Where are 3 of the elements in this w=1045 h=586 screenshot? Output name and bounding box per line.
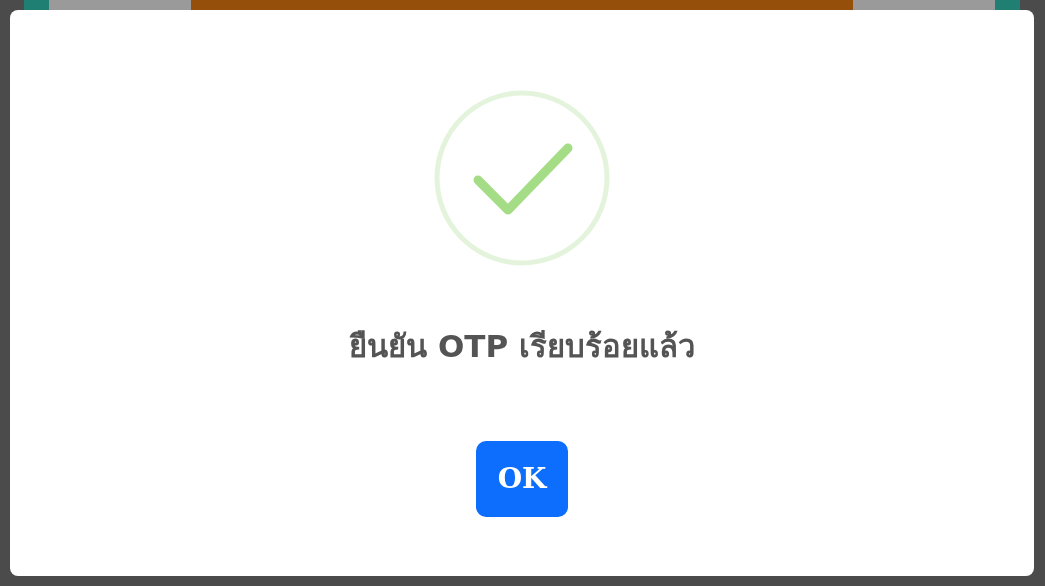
- success-check-icon: [434, 90, 610, 266]
- ok-button[interactable]: OK: [476, 441, 568, 518]
- dialog-title: ยืนยัน OTP เรียบร้อยแล้ว: [349, 328, 695, 366]
